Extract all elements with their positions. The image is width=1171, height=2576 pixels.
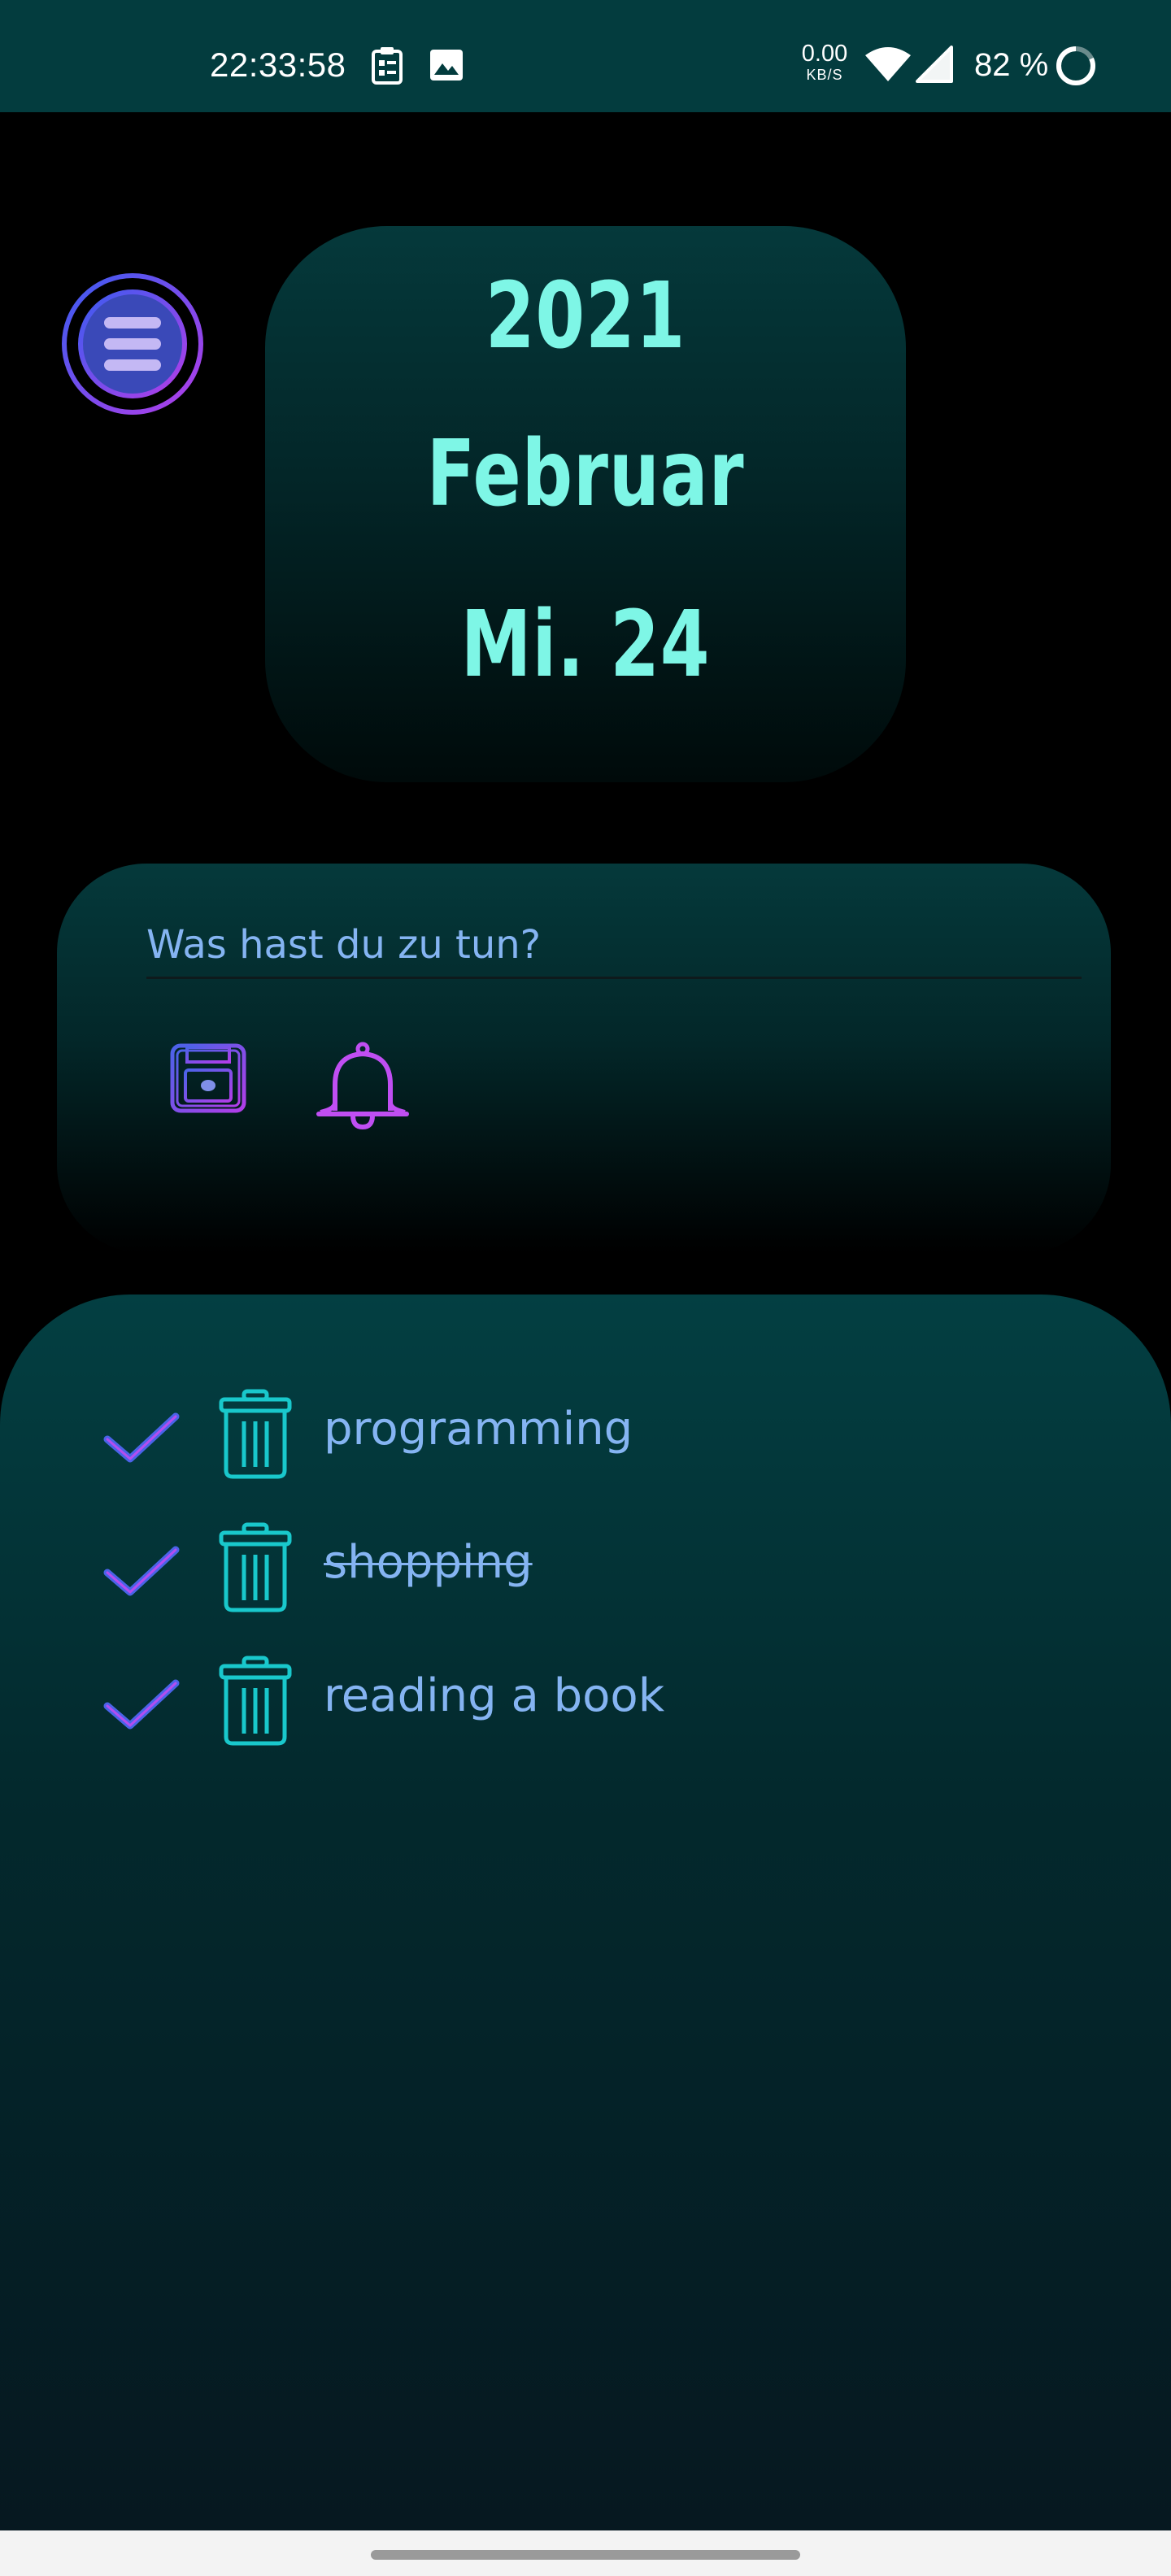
checkmark-icon bbox=[103, 1679, 180, 1730]
menu-button[interactable] bbox=[60, 272, 205, 416]
floppy-disk-icon bbox=[170, 1043, 246, 1113]
trash-icon bbox=[219, 1389, 292, 1479]
date-day: Mi. 24 bbox=[460, 592, 711, 698]
task-label[interactable]: programming bbox=[324, 1400, 633, 1459]
reminder-button[interactable] bbox=[314, 1041, 411, 1132]
date-card: 2021 Februar Mi. 24 bbox=[265, 226, 906, 782]
app-screen: 22:33:58 0.00 KB/S 82 % 2021 Februar Mi.… bbox=[0, 0, 1171, 2576]
complete-task-button[interactable] bbox=[102, 1542, 181, 1600]
trash-icon bbox=[219, 1656, 292, 1746]
status-time: 22:33:58 bbox=[210, 46, 346, 84]
clipboard-icon bbox=[372, 47, 403, 85]
cellular-signal-icon bbox=[916, 46, 953, 83]
menu-icon bbox=[78, 289, 187, 398]
date-year: 2021 bbox=[485, 263, 686, 369]
net-speed-value: 0.00 bbox=[801, 41, 848, 67]
battery-ring-icon bbox=[1056, 46, 1095, 85]
delete-task-button[interactable] bbox=[216, 1522, 294, 1613]
battery-percent: 82 % bbox=[974, 47, 1049, 83]
date-month: Februar bbox=[426, 421, 745, 527]
task-list-panel: programming shopping reading a book bbox=[0, 1295, 1171, 2530]
delete-task-button[interactable] bbox=[216, 1656, 294, 1747]
navigation-bar bbox=[0, 2530, 1171, 2576]
save-button[interactable] bbox=[169, 1042, 250, 1116]
checkmark-icon bbox=[103, 1546, 180, 1596]
task-row: reading a book bbox=[0, 1651, 1171, 1748]
trash-icon bbox=[219, 1522, 292, 1612]
net-speed-unit: KB/S bbox=[806, 67, 843, 83]
task-input[interactable] bbox=[146, 912, 1082, 979]
task-row: shopping bbox=[0, 1517, 1171, 1615]
home-gesture-handle[interactable] bbox=[371, 2550, 800, 2560]
new-task-card bbox=[57, 864, 1111, 1254]
checkmark-icon bbox=[103, 1412, 180, 1463]
task-row: programming bbox=[0, 1384, 1171, 1482]
task-label[interactable]: shopping bbox=[324, 1534, 533, 1592]
bell-icon bbox=[316, 1042, 409, 1130]
net-speed: 0.00 KB/S bbox=[794, 41, 855, 83]
complete-task-button[interactable] bbox=[102, 1408, 181, 1467]
task-label[interactable]: reading a book bbox=[324, 1667, 664, 1725]
image-icon bbox=[430, 50, 463, 80]
delete-task-button[interactable] bbox=[216, 1389, 294, 1480]
status-bar: 22:33:58 0.00 KB/S 82 % bbox=[0, 0, 1171, 112]
wifi-icon bbox=[865, 47, 911, 81]
complete-task-button[interactable] bbox=[102, 1675, 181, 1734]
